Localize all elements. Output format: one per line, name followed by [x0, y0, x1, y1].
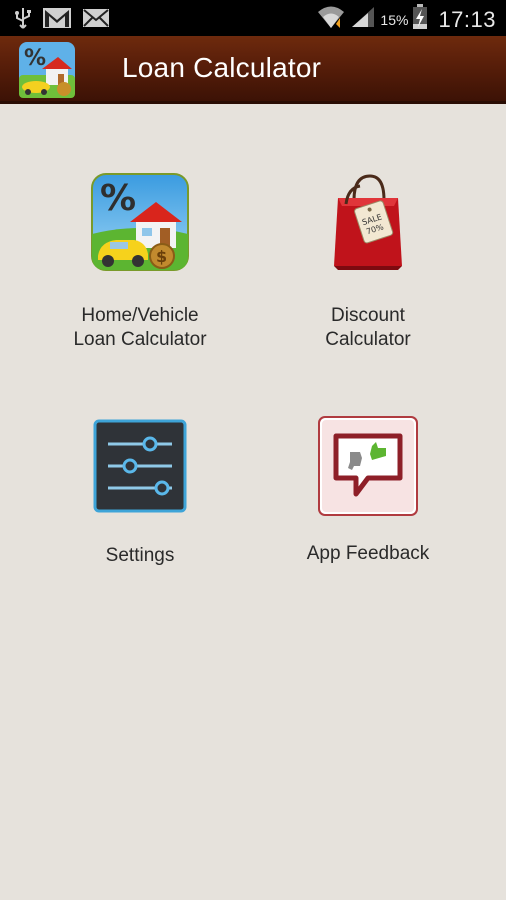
- shopping-bag-sale-icon: SALE 70%: [318, 172, 418, 272]
- status-bar: 15% 17:13: [0, 0, 506, 36]
- action-bar: % Loan Calculator: [0, 36, 506, 104]
- loan-calculator-app-icon[interactable]: %: [18, 41, 76, 99]
- svg-text:%: %: [100, 178, 136, 219]
- battery-percent: 15%: [380, 11, 409, 28]
- svg-text:$: $: [156, 247, 167, 266]
- menu-item-discount-calculator[interactable]: SALE 70% Discount Calculator: [286, 172, 450, 352]
- usb-icon: [14, 6, 32, 35]
- menu-item-app-feedback[interactable]: App Feedback: [286, 414, 450, 566]
- clock: 17:13: [438, 6, 496, 32]
- menu-item-label: Discount Calculator: [325, 305, 411, 350]
- wifi-icon: [316, 4, 346, 35]
- menu-item-settings[interactable]: Settings: [58, 418, 222, 568]
- battery-charging-icon: [412, 4, 428, 35]
- home-vehicle-loan-icon: % $: [90, 172, 190, 272]
- menu-item-label: Settings: [105, 545, 175, 566]
- menu-item-label: App Feedback: [306, 543, 430, 564]
- email-icon: [82, 7, 110, 34]
- menu-item-label: Home/Vehicle Loan Calculator: [73, 305, 207, 350]
- settings-sliders-icon: [92, 418, 188, 514]
- app-title: Loan Calculator: [122, 52, 322, 83]
- menu-item-home-vehicle-loan[interactable]: % $ Home/Vehicle Loan Calculator: [58, 172, 222, 352]
- signal-icon: [350, 5, 376, 34]
- svg-text:%: %: [24, 46, 46, 71]
- gmail-icon: [42, 7, 72, 34]
- feedback-thumbs-icon: [316, 414, 420, 518]
